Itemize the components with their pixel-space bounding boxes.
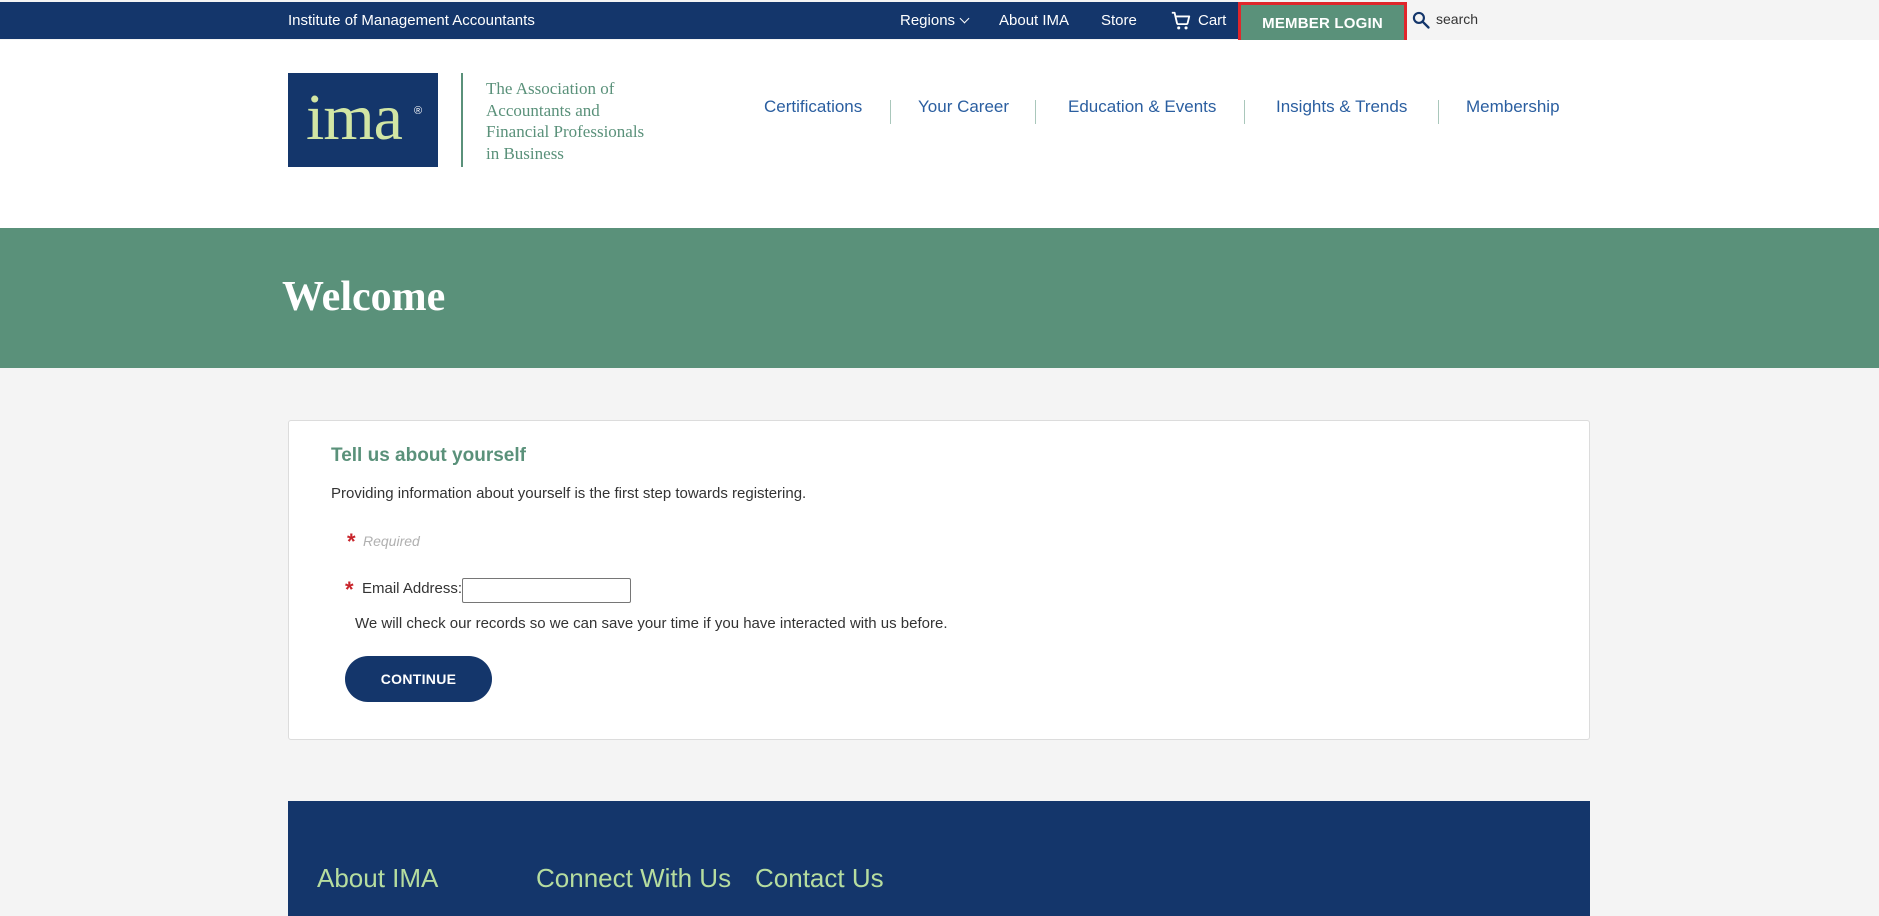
search-icon[interactable] [1411, 10, 1431, 30]
footer-heading-contact: Contact Us [755, 863, 884, 893]
chevron-down-icon [959, 13, 970, 24]
required-note: Required [363, 533, 420, 549]
logo-divider [461, 73, 463, 167]
member-login-button[interactable]: MEMBER LOGIN [1238, 2, 1407, 44]
site-footer: About IMA Connect With Us Contact Us [288, 801, 1590, 916]
nav-insights-trends[interactable]: Insights & Trends [1276, 97, 1407, 117]
regions-menu[interactable]: Regions [900, 12, 970, 29]
cart-icon[interactable] [1170, 10, 1192, 32]
required-star: * [345, 577, 354, 602]
cart-link[interactable]: Cart [1198, 12, 1226, 29]
continue-button[interactable]: CONTINUE [345, 656, 492, 702]
registration-card: Tell us about yourself Providing informa… [288, 420, 1590, 740]
form-title: Tell us about yourself [331, 445, 526, 466]
footer-heading-connect: Connect With Us [536, 863, 732, 893]
email-field[interactable] [462, 578, 631, 603]
about-ima-link[interactable]: About IMA [999, 12, 1069, 29]
nav-divider [1438, 100, 1439, 124]
tagline-line: The Association of [486, 79, 615, 98]
store-link[interactable]: Store [1101, 12, 1137, 29]
utility-bar-wrapper: Institute of Management Accountants Regi… [0, 0, 1879, 44]
nav-education-events[interactable]: Education & Events [1068, 97, 1216, 117]
logo-registered-mark: ® [414, 105, 423, 117]
org-name: Institute of Management Accountants [288, 12, 535, 29]
logo-text: ima [306, 81, 403, 154]
search-input[interactable] [1436, 8, 1586, 30]
nav-certifications[interactable]: Certifications [764, 97, 862, 117]
tagline-line: in Business [486, 143, 564, 163]
form-description: Providing information about yourself is … [331, 485, 807, 502]
regions-label: Regions [900, 12, 956, 29]
ima-logo[interactable]: ima ® [288, 73, 438, 167]
footer-heading-about: About IMA [317, 863, 439, 893]
nav-divider [1244, 100, 1245, 124]
tagline-line: Accountants and [486, 100, 600, 120]
email-label: Email Address: [362, 580, 463, 597]
records-check-note: We will check our records so we can save… [355, 615, 948, 632]
nav-divider [1035, 100, 1036, 124]
hero-banner: Welcome [0, 228, 1879, 368]
required-star: * [347, 529, 356, 554]
tagline-line: Financial Professionals [486, 122, 645, 141]
page-title: Welcome [282, 274, 446, 320]
logo-tagline: The Association of Accountants and Finan… [486, 78, 686, 164]
site-header: ima ® The Association of Accountants and… [0, 40, 1879, 228]
nav-divider [890, 100, 891, 124]
nav-membership[interactable]: Membership [1466, 97, 1560, 117]
nav-your-career[interactable]: Your Career [918, 97, 1009, 117]
